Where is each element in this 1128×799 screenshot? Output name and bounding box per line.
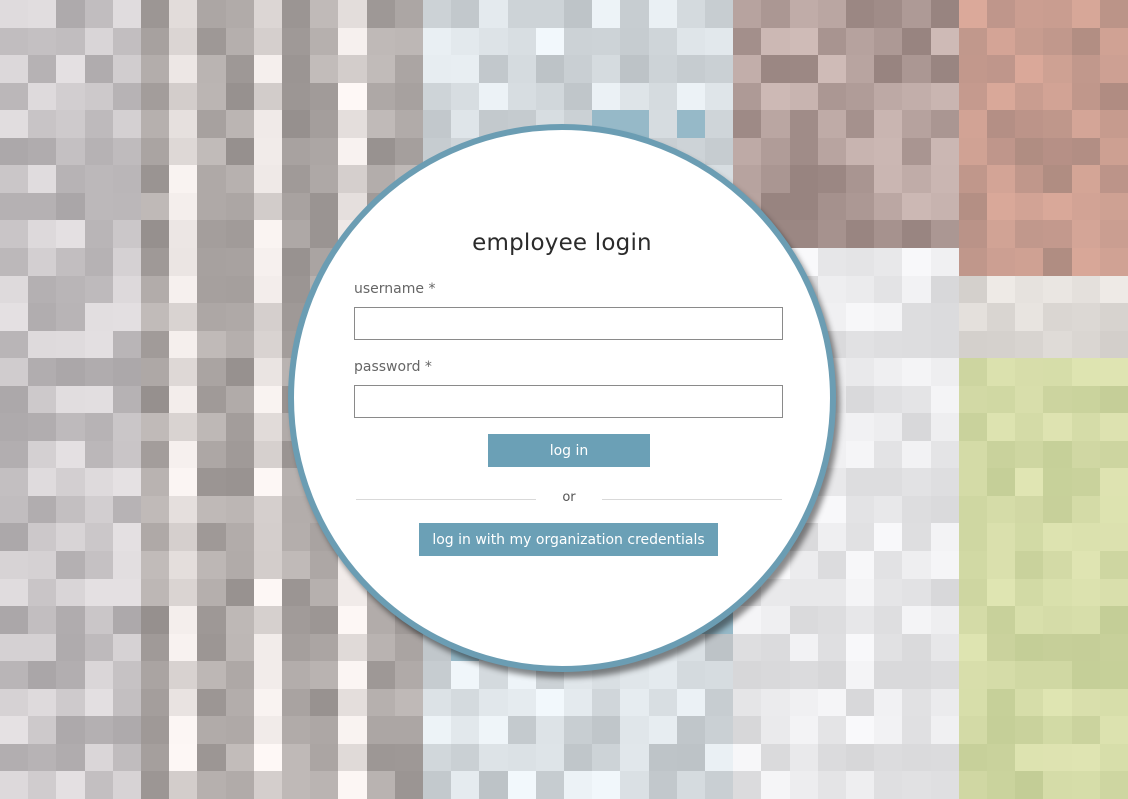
login-title: employee login [472, 230, 652, 256]
password-label: password * [354, 359, 432, 375]
sso-login-button[interactable]: log in with my organization credentials [419, 523, 718, 556]
username-label: username * [354, 281, 435, 297]
login-panel: employee login username * password * log… [288, 124, 836, 672]
or-text: or [562, 490, 576, 505]
required-marker: * [424, 359, 432, 375]
or-divider: or [356, 490, 782, 510]
required-marker: * [428, 281, 436, 297]
username-input[interactable] [354, 307, 783, 340]
login-button[interactable]: log in [488, 434, 650, 467]
password-label-text: password [354, 359, 421, 375]
divider-line-right [602, 499, 782, 500]
password-input[interactable] [354, 385, 783, 418]
username-label-text: username [354, 281, 424, 297]
